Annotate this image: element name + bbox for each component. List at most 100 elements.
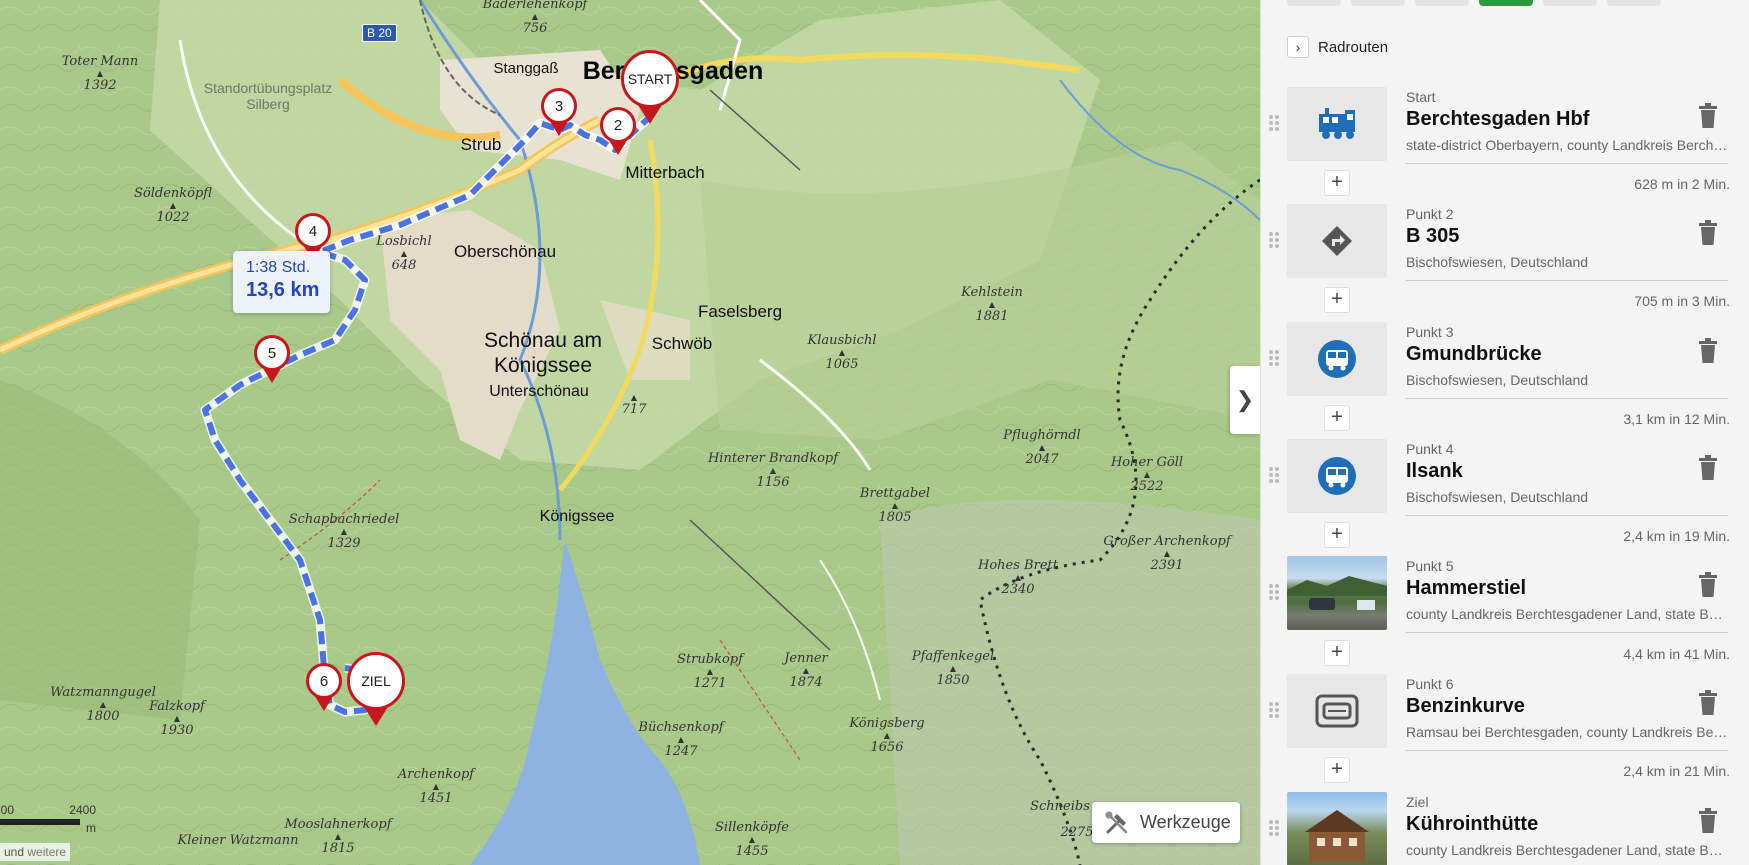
map-label-strubkopf: Strubkopf ▲ 1271	[677, 652, 743, 691]
tools-icon	[1105, 811, 1128, 833]
waypoint-name: Kührointhütte	[1406, 813, 1539, 835]
bus-icon	[1287, 439, 1387, 513]
map-label-jenner: Jenner ▲ 1874	[784, 651, 828, 690]
map-label-oberschoenau: Oberschönau	[453, 242, 557, 261]
map-label-toter-mann: Toter Mann ▲ 1392	[61, 54, 139, 93]
map-label-mitterbach: Mitterbach	[625, 163, 705, 182]
trash-icon[interactable]	[1697, 103, 1719, 129]
road-sign-icon	[1287, 204, 1387, 278]
map-label-unterschoenau: Unterschönau	[489, 383, 589, 400]
waypoint-name: Ilsank	[1406, 460, 1463, 482]
add-waypoint-button[interactable]: +	[1324, 287, 1350, 313]
scale-bar: 6002400 m	[0, 803, 96, 835]
drag-handle-icon[interactable]	[1269, 820, 1281, 836]
radrouten-label: Radrouten	[1318, 38, 1389, 56]
trash-icon[interactable]	[1697, 572, 1719, 598]
map-label-schwoeb: Schwöb	[651, 334, 713, 353]
drag-handle-icon[interactable]	[1269, 702, 1281, 718]
train-icon	[1287, 87, 1387, 161]
map-label-mooslahnerkopf: Mooslahnerkopf ▲ 1815	[284, 817, 392, 856]
map-label-hohes-brett: Hohes Brett ▲ 2340	[978, 558, 1058, 597]
map-label-baderlehenkopf: Baderlehenkopf ▲ 756	[482, 0, 588, 36]
trash-icon[interactable]	[1697, 690, 1719, 716]
bus-icon	[1287, 322, 1387, 396]
photo-thumbnail	[1287, 556, 1387, 630]
waypoint-name: B 305	[1406, 225, 1460, 247]
map-label-standort: Standortübungsplatz Silberg	[203, 80, 333, 112]
waypoint-ziel[interactable]: Ziel Kührointhütte county Landkreis Berc…	[1261, 792, 1749, 865]
segment-4: + 2,4 km in 19 Min.	[1261, 522, 1749, 548]
route-duration: 1:38 Std.	[246, 259, 311, 276]
map-label-schneibs: Schneibs	[1030, 799, 1090, 814]
map-label-stanggass: Stanggaß	[493, 60, 559, 77]
waypoint-3[interactable]: Punkt 3 Gmundbrücke Bischofswiesen, Deut…	[1261, 322, 1749, 399]
photo-thumbnail	[1287, 792, 1387, 865]
segment-2: + 705 m in 3 Min.	[1261, 287, 1749, 313]
panel-top-tabs	[1287, 0, 1661, 6]
map-label-hinterer-brandkopf: Hinterer Brandkopf ▲ 1156	[707, 451, 839, 490]
map-label-brettgabel: Brettgabel ▲ 1805	[859, 486, 931, 525]
segment-5: + 4,4 km in 41 Min.	[1261, 640, 1749, 666]
map-label-buechsenkopf: Büchsenkopf ▲ 1247	[638, 720, 724, 759]
map-label-717: ▲ 717	[621, 393, 647, 418]
waypoint-name: Berchtesgaden Hbf	[1406, 108, 1590, 130]
add-waypoint-button[interactable]: +	[1324, 522, 1350, 548]
waypoint-4[interactable]: Punkt 4 Ilsank Bischofswiesen, Deutschla…	[1261, 439, 1749, 516]
drag-handle-icon[interactable]	[1269, 350, 1281, 366]
route-marker-start[interactable]: START	[621, 50, 679, 124]
route-marker-6[interactable]: 6	[306, 663, 342, 711]
map-label-koenigsberg: Königsberg ▲ 1656	[849, 716, 925, 755]
map-label-schneibs-ele: 2275	[1060, 825, 1094, 840]
map-label-archenkopf: Archenkopf ▲ 1451	[397, 767, 475, 806]
map-label-falzkopf: Falzkopf ▲ 1930	[149, 699, 205, 738]
map-label-schapbachriedel: Schapbachriedel ▲ 1329	[288, 512, 400, 551]
segment-6: + 2,4 km in 21 Min.	[1261, 757, 1749, 783]
add-waypoint-button[interactable]: +	[1324, 405, 1350, 431]
trash-icon[interactable]	[1697, 808, 1719, 834]
panel-tab-6[interactable]	[1607, 0, 1661, 6]
trash-icon[interactable]	[1697, 338, 1719, 364]
map-label-watzmanngugel: Watzmanngugel ▲ 1800	[50, 685, 156, 724]
map-label-sillenkoepfe: Sillenköpfe ▲ 1455	[715, 820, 789, 859]
map-label-faselsberg: Faselsberg	[697, 302, 783, 321]
add-waypoint-button[interactable]: +	[1324, 757, 1350, 783]
panel-tab-1[interactable]	[1287, 0, 1341, 6]
map-label-losbichl: Losbichl ▲ 648	[376, 234, 432, 273]
attribution-link[interactable]: weitere	[27, 845, 66, 859]
waypoint-name: Gmundbrücke	[1406, 343, 1542, 365]
tools-button[interactable]: Werkzeuge	[1092, 802, 1240, 843]
drag-handle-icon[interactable]	[1269, 115, 1281, 131]
waypoint-name: Hammerstiel	[1406, 577, 1527, 599]
chevron-right-icon: ›	[1287, 36, 1309, 58]
add-waypoint-button[interactable]: +	[1324, 640, 1350, 666]
map-label-pflughoerndl: Pflughörndl ▲ 2047	[1003, 428, 1081, 467]
route-summary-box: 1:38 Std. 13,6 km	[233, 251, 330, 313]
waypoint-6[interactable]: Punkt 6 Benzinkurve Ramsau bei Berchtesg…	[1261, 674, 1749, 751]
collapse-panel-button[interactable]: ❯	[1230, 366, 1260, 434]
route-marker-3[interactable]: 3	[541, 88, 577, 136]
waypoint-2[interactable]: Punkt 2 B 305 Bischofswiesen, Deutschlan…	[1261, 204, 1749, 281]
route-marker-ziel[interactable]: ZIEL	[347, 652, 405, 726]
panel-tab-4[interactable]	[1479, 0, 1533, 6]
waypoint-start[interactable]: Start Berchtesgaden Hbf state-district O…	[1261, 87, 1749, 164]
map-label-pfaffenkegel: Pfaffenkegel ▲ 1850	[911, 649, 995, 688]
radrouten-toggle[interactable]: › Radrouten	[1287, 36, 1388, 58]
waypoint-name: Benzinkurve	[1406, 695, 1525, 717]
panel-tab-2[interactable]	[1351, 0, 1405, 6]
drag-handle-icon[interactable]	[1269, 232, 1281, 248]
trash-icon[interactable]	[1697, 220, 1719, 246]
waypoint-5[interactable]: Punkt 5 Hammerstiel county Landkreis Ber…	[1261, 556, 1749, 633]
segment-1: + 628 m in 2 Min.	[1261, 170, 1749, 196]
drag-handle-icon[interactable]	[1269, 467, 1281, 483]
drag-handle-icon[interactable]	[1269, 584, 1281, 600]
panel-tab-3[interactable]	[1415, 0, 1469, 6]
panel-tab-5[interactable]	[1543, 0, 1597, 6]
map-label-koenigssee: Königssee	[539, 508, 615, 525]
map-label-grosser-archenkopf: Großer Archenkopf ▲ 2391	[1103, 534, 1231, 573]
segment-3: + 3,1 km in 12 Min.	[1261, 405, 1749, 431]
map-label-kleiner-watzmann: Kleiner Watzmann	[177, 833, 299, 848]
add-waypoint-button[interactable]: +	[1324, 170, 1350, 196]
route-marker-5[interactable]: 5	[254, 335, 290, 383]
trash-icon[interactable]	[1697, 455, 1719, 481]
map-view[interactable]: Baderlehenkopf ▲ 756 B 20 Toter Mann ▲ 1392 …	[0, 0, 1260, 865]
